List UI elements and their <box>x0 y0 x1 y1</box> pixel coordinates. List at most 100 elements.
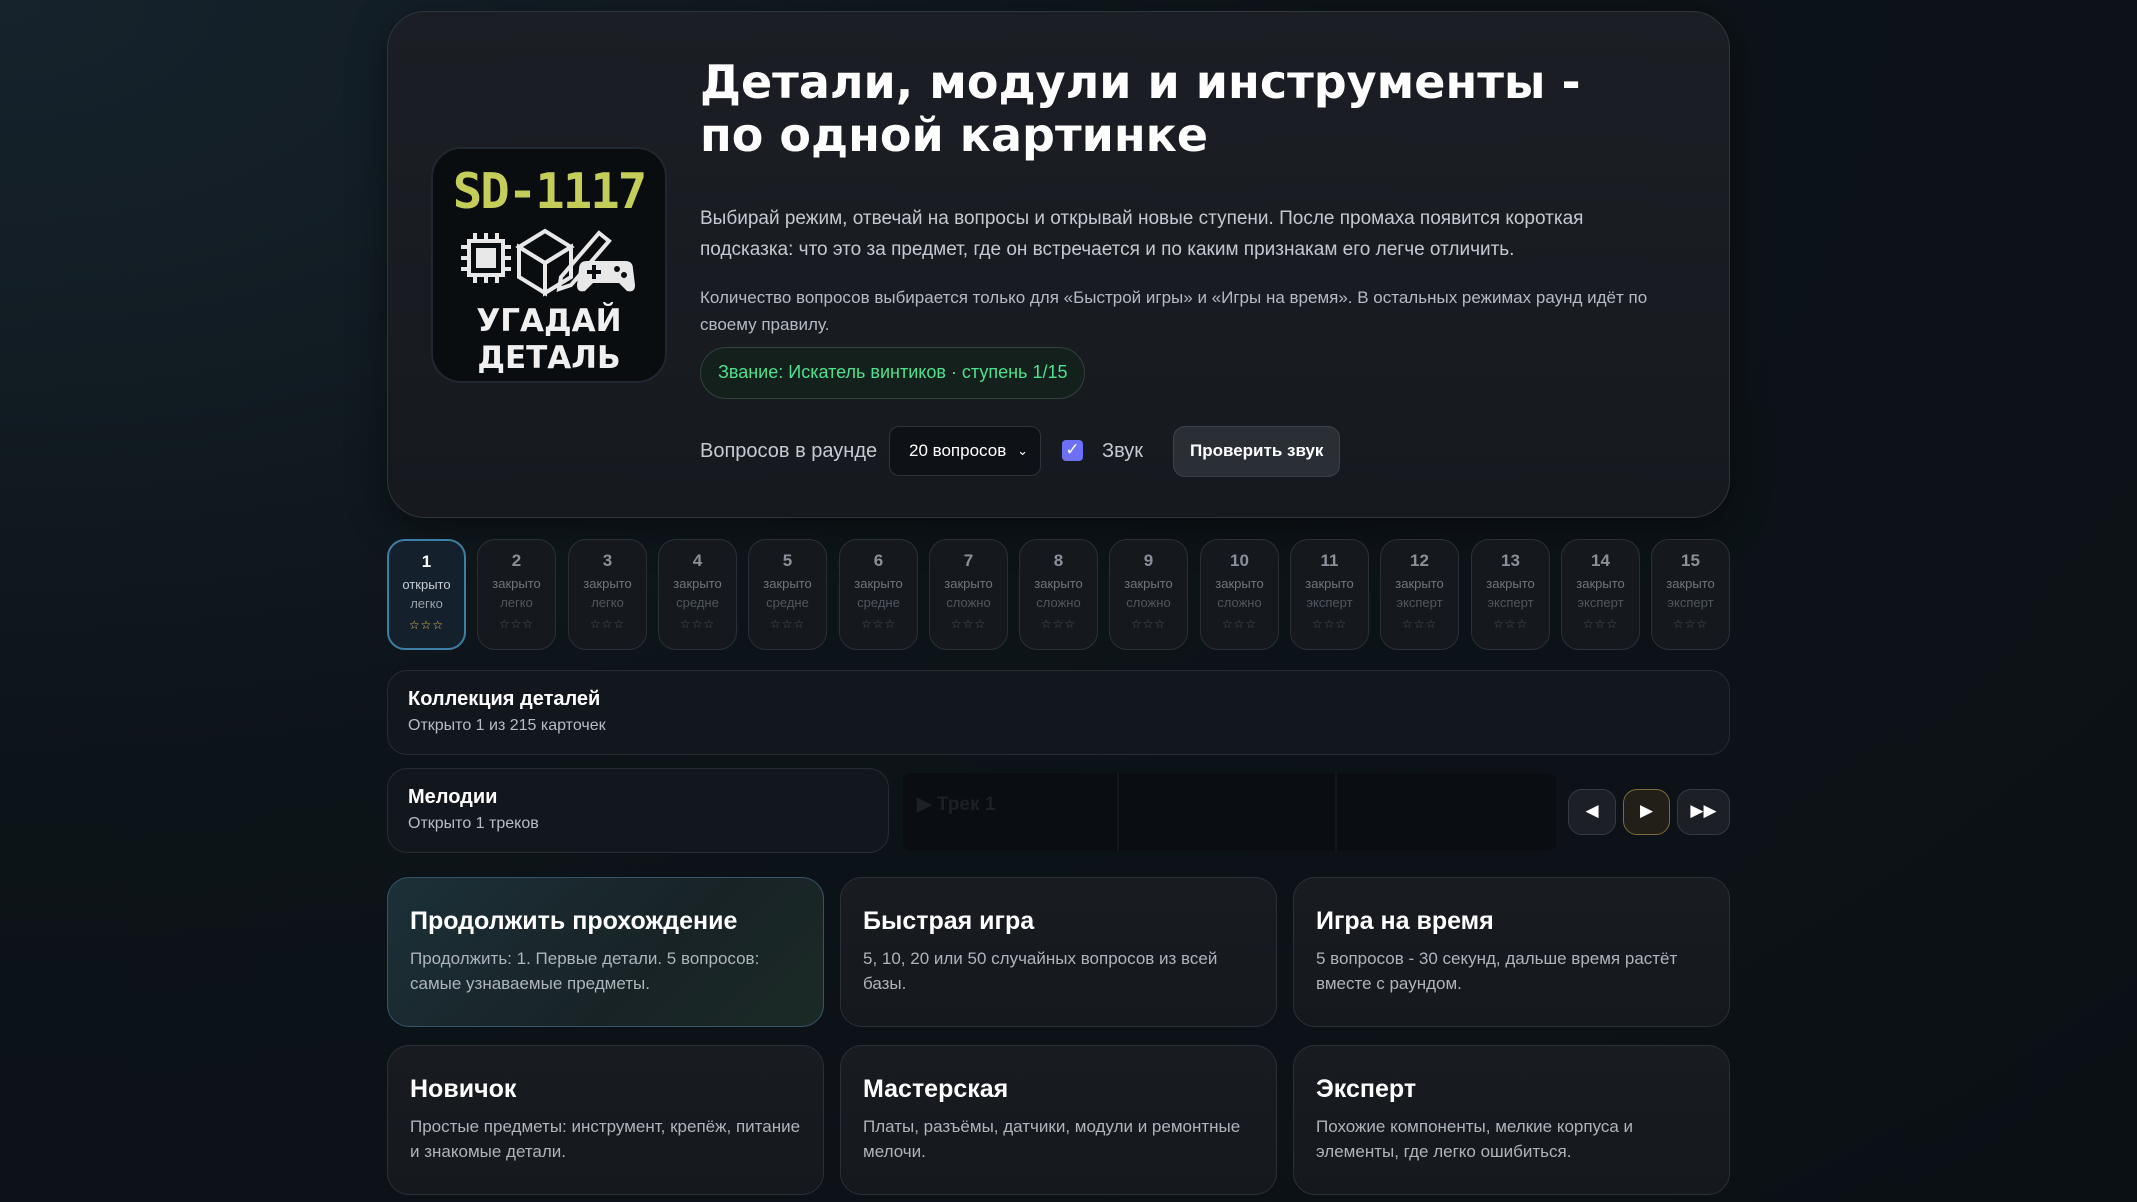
prev-track-button[interactable]: ◀ <box>1568 789 1616 835</box>
mode-title: Мастерская <box>863 1075 1009 1103</box>
stage-level: легко <box>500 595 533 610</box>
logo-caption-1: УГАДАЙ <box>476 303 622 339</box>
mode-card-expert[interactable]: Эксперт Похожие компоненты, мелкие корпу… <box>1293 1045 1730 1195</box>
stage-level: эксперт <box>1487 595 1534 610</box>
mode-card-workshop[interactable]: Мастерская Платы, разъёмы, датчики, моду… <box>840 1045 1277 1195</box>
stage-state: закрыто <box>944 576 993 591</box>
stage-level: сложно <box>1126 595 1171 610</box>
fast-forward-icon: ▶▶ <box>1690 801 1717 821</box>
stage-state: закрыто <box>1395 576 1444 591</box>
stage-level: средне <box>857 595 900 610</box>
stage-number: 6 <box>873 551 884 570</box>
collection-title: Коллекция деталей <box>408 688 601 710</box>
stage-level: сложно <box>1036 595 1081 610</box>
sound-checkbox[interactable]: ✓ <box>1062 440 1083 461</box>
stage-tile-6[interactable]: 6 закрыто средне ☆☆☆ <box>839 539 918 650</box>
melodies-panel[interactable]: Мелодии Открыто 1 треков <box>387 768 889 853</box>
star-rating-icon: ☆☆☆ <box>950 617 987 631</box>
check-sound-button[interactable]: Проверить звук <box>1173 426 1341 477</box>
stage-number: 12 <box>1410 551 1429 570</box>
mode-card-quick[interactable]: Быстрая игра 5, 10, 20 или 50 случайных … <box>840 877 1277 1027</box>
stage-number: 9 <box>1143 551 1154 570</box>
stage-tile-9[interactable]: 9 закрыто сложно ☆☆☆ <box>1109 539 1188 650</box>
stage-tile-1[interactable]: 1 открыто легко ☆☆☆ <box>387 539 466 650</box>
star-rating-icon: ☆☆☆ <box>860 617 897 631</box>
rank-badge: Звание: Искатель винтиков · ступень 1/15 <box>700 347 1086 399</box>
star-rating-icon: ☆☆☆ <box>1492 617 1529 631</box>
mode-description: Простые предметы: инструмент, крепёж, пи… <box>410 1117 801 1161</box>
stage-state: закрыто <box>1124 576 1173 591</box>
melodies-title: Мелодии <box>408 786 498 808</box>
stage-tile-14[interactable]: 14 закрыто эксперт ☆☆☆ <box>1561 539 1640 650</box>
track-label: ▶ Трек 1 <box>917 794 996 815</box>
track-slot[interactable]: ▶ Трек 1 <box>903 773 1119 851</box>
collection-panel[interactable]: Коллекция деталей Открыто 1 из 215 карто… <box>387 670 1730 755</box>
stage-tile-13[interactable]: 13 закрыто эксперт ☆☆☆ <box>1471 539 1550 650</box>
questions-select-value: 20 вопросов <box>909 441 1007 460</box>
star-rating-icon: ☆☆☆ <box>1130 617 1167 631</box>
stage-tile-5[interactable]: 5 закрыто средне ☆☆☆ <box>748 539 827 650</box>
mode-title: Новичок <box>410 1075 517 1103</box>
star-rating-icon: ☆☆☆ <box>769 617 806 631</box>
play-icon: ▶ <box>1639 801 1654 821</box>
stage-level: легко <box>591 595 624 610</box>
stage-number: 7 <box>963 551 974 570</box>
stage-state: закрыто <box>1576 576 1625 591</box>
stage-number: 2 <box>511 551 522 570</box>
stage-list: 1 открыто легко ☆☆☆ 2 закрыто легко ☆☆☆ 3 закрыто… <box>387 539 1730 650</box>
mode-card-beginner[interactable]: Новичок Простые предметы: инструмент, кр… <box>387 1045 824 1195</box>
stage-level: эксперт <box>1306 595 1353 610</box>
stage-number: 1 <box>421 552 432 571</box>
header-panel: SD-1117 УГАДАЙ ДЕТАЛЬ Детали, модули и и… <box>387 11 1730 518</box>
stage-tile-8[interactable]: 8 закрыто сложно ☆☆☆ <box>1019 539 1098 650</box>
next-track-button[interactable]: ▶▶ <box>1677 789 1730 835</box>
stage-level: сложно <box>1217 595 1262 610</box>
stage-state: закрыто <box>1034 576 1083 591</box>
play-button[interactable]: ▶ <box>1623 789 1670 835</box>
star-rating-icon: ☆☆☆ <box>408 618 445 632</box>
stage-level: эксперт <box>1577 595 1624 610</box>
star-rating-icon: ☆☆☆ <box>1221 617 1258 631</box>
stage-state: закрыто <box>1215 576 1264 591</box>
questions-label: Вопросов в раунде <box>700 440 878 462</box>
game-logo: SD-1117 УГАДАЙ ДЕТАЛЬ <box>431 147 667 383</box>
stage-tile-15[interactable]: 15 закрыто эксперт ☆☆☆ <box>1651 539 1730 650</box>
app: SD-1117 УГАДАЙ ДЕТАЛЬ Детали, модули и и… <box>387 11 1730 1195</box>
stage-state: открыто <box>402 577 451 592</box>
stage-tile-3[interactable]: 3 закрыто легко ☆☆☆ <box>568 539 647 650</box>
stage-number: 10 <box>1230 551 1249 570</box>
mode-title: Быстрая игра <box>863 907 1035 935</box>
stage-level: средне <box>676 595 719 610</box>
logo-code: SD-1117 <box>452 163 648 220</box>
stage-level: эксперт <box>1396 595 1443 610</box>
stage-tile-2[interactable]: 2 закрыто легко ☆☆☆ <box>477 539 556 650</box>
chip-icon <box>461 233 511 283</box>
stage-tile-11[interactable]: 11 закрыто эксперт ☆☆☆ <box>1290 539 1369 650</box>
track-slot <box>1339 773 1555 851</box>
stage-tile-12[interactable]: 12 закрыто эксперт ☆☆☆ <box>1380 539 1459 650</box>
stage-state: закрыто <box>583 576 632 591</box>
stage-tile-7[interactable]: 7 закрыто сложно ☆☆☆ <box>929 539 1008 650</box>
mode-title: Игра на время <box>1316 907 1494 935</box>
stage-level: легко <box>410 596 443 611</box>
collection-subtitle: Открыто 1 из 215 карточек <box>408 717 606 734</box>
questions-select[interactable]: 20 вопросов ⌄ <box>889 426 1041 476</box>
stage-state: закрыто <box>673 576 722 591</box>
mode-card-timed[interactable]: Игра на время 5 вопросов - 30 секунд, да… <box>1293 877 1730 1027</box>
stage-tile-10[interactable]: 10 закрыто сложно ☆☆☆ <box>1200 539 1279 650</box>
star-rating-icon: ☆☆☆ <box>589 617 626 631</box>
logo-caption-2: ДЕТАЛЬ <box>477 340 621 376</box>
sound-label[interactable]: Звук <box>1102 440 1143 463</box>
mode-title: Продолжить прохождение <box>410 907 738 935</box>
star-rating-icon: ☆☆☆ <box>1401 617 1438 631</box>
stage-level: сложно <box>946 595 991 610</box>
stage-state: закрыто <box>1305 576 1354 591</box>
stage-level: средне <box>766 595 809 610</box>
stage-number: 4 <box>692 551 703 570</box>
mode-card-continue[interactable]: Продолжить прохождение Продолжить: 1. Пе… <box>387 877 824 1027</box>
chevron-down-icon: ⌄ <box>1017 443 1028 458</box>
track-slot <box>1121 773 1337 851</box>
stage-tile-4[interactable]: 4 закрыто средне ☆☆☆ <box>658 539 737 650</box>
mode-description: Продолжить: 1. Первые детали. 5 вопросов… <box>410 949 760 993</box>
stage-number: 15 <box>1681 551 1700 570</box>
